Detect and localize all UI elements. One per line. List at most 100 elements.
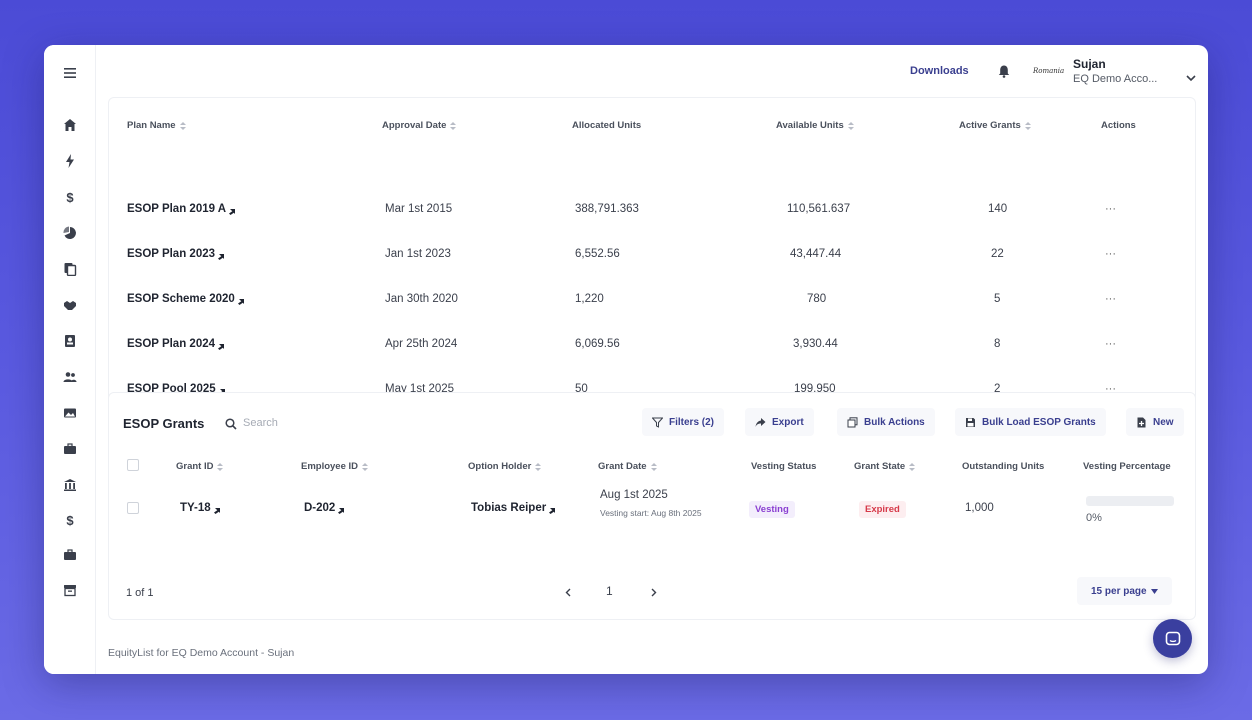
column-header-grant-id[interactable]: Grant ID bbox=[176, 461, 224, 472]
row-actions-menu[interactable]: ··· bbox=[1105, 248, 1116, 260]
outstanding-units: 1,000 bbox=[965, 502, 994, 514]
filters-button[interactable]: Filters (2) bbox=[642, 408, 725, 436]
grant-date: Aug 1st 2025 bbox=[600, 489, 668, 501]
bulk-actions-button[interactable]: Bulk Actions bbox=[837, 408, 935, 436]
chat-button[interactable] bbox=[1153, 619, 1192, 658]
sort-icon[interactable] bbox=[909, 462, 916, 471]
column-header-label: Vesting Percentage bbox=[1083, 461, 1171, 472]
chevron-left-icon[interactable] bbox=[561, 585, 575, 599]
documents-icon[interactable] bbox=[60, 259, 80, 279]
employee-id-link[interactable]: D-202 bbox=[304, 502, 345, 514]
section-title: ESOP Grants bbox=[123, 416, 205, 431]
new-label: New bbox=[1153, 416, 1174, 428]
chat-icon bbox=[1165, 631, 1180, 645]
user-name[interactable]: Sujan bbox=[1073, 57, 1106, 71]
column-header-label: Employee ID bbox=[301, 461, 359, 472]
column-header-outstanding-units: Outstanding Units bbox=[962, 461, 1044, 472]
sort-icon[interactable] bbox=[362, 462, 369, 471]
column-header-label: Allocated Units bbox=[572, 120, 642, 131]
plan-name-link[interactable]: ESOP Plan 2019 A bbox=[127, 203, 236, 215]
sort-icon[interactable] bbox=[535, 462, 542, 471]
per-page-select[interactable]: 15 per page bbox=[1077, 577, 1172, 605]
sort-icon[interactable] bbox=[1024, 121, 1031, 130]
table-row[interactable]: ESOP Scheme 2020 Jan 30th 2020 1,220 780… bbox=[109, 276, 1197, 321]
column-header-grant-date[interactable]: Grant Date bbox=[598, 461, 657, 472]
sort-icon[interactable] bbox=[650, 462, 657, 471]
external-link-icon bbox=[218, 251, 225, 260]
pagination-info: 1 of 1 bbox=[126, 587, 154, 599]
sort-icon[interactable] bbox=[847, 121, 854, 130]
row-checkbox[interactable] bbox=[127, 502, 139, 514]
table-row[interactable]: TY-18 D-202 Tobias Reiper Aug 1st 2025 V… bbox=[109, 481, 1197, 535]
top-bar: Downloads Romania Sujan EQ Demo Acco... bbox=[96, 45, 1208, 101]
handshake-icon[interactable] bbox=[60, 295, 80, 315]
column-header-allocated-units[interactable]: Allocated Units bbox=[572, 120, 641, 131]
bell-icon[interactable] bbox=[998, 65, 1012, 79]
plan-name: ESOP Plan 2023 bbox=[127, 247, 216, 260]
available-units: 43,447.44 bbox=[790, 247, 842, 260]
archive-icon[interactable] bbox=[60, 580, 80, 600]
downloads-link[interactable]: Downloads bbox=[910, 65, 969, 77]
option-holder-link[interactable]: Tobias Reiper bbox=[471, 502, 556, 514]
option-holder: Tobias Reiper bbox=[471, 502, 547, 514]
search-input[interactable] bbox=[243, 413, 363, 433]
column-header-grant-state[interactable]: Grant State bbox=[854, 461, 916, 472]
copy-icon bbox=[847, 416, 858, 427]
allocated-units: 6,069.56 bbox=[575, 337, 620, 350]
column-header-option-holder[interactable]: Option Holder bbox=[468, 461, 542, 472]
allocated-units: 1,220 bbox=[575, 292, 604, 305]
bank-icon[interactable] bbox=[60, 475, 80, 495]
active-grants: 140 bbox=[988, 202, 1008, 215]
export-button[interactable]: Export bbox=[745, 408, 814, 436]
select-all-checkbox[interactable] bbox=[127, 459, 139, 471]
plan-name-link[interactable]: ESOP Plan 2024 bbox=[127, 338, 225, 350]
new-button[interactable]: New bbox=[1126, 408, 1184, 436]
column-header-plan-name[interactable]: Plan Name bbox=[127, 120, 186, 131]
dollar-icon[interactable]: $ bbox=[60, 187, 80, 207]
plan-name-link[interactable]: ESOP Scheme 2020 bbox=[127, 293, 244, 305]
approval-date: Jan 30th 2020 bbox=[385, 292, 458, 305]
column-header-label: Approval Date bbox=[382, 120, 447, 131]
available-units: 110,561.637 bbox=[787, 202, 851, 215]
column-header-active-grants[interactable]: Active Grants bbox=[959, 120, 1031, 131]
chevron-right-icon[interactable] bbox=[647, 585, 661, 599]
table-row[interactable]: ESOP Plan 2019 A Mar 1st 2015 388,791.36… bbox=[109, 186, 1197, 231]
row-actions-menu[interactable]: ··· bbox=[1105, 293, 1116, 305]
lightning-icon[interactable] bbox=[60, 151, 80, 171]
home-icon[interactable] bbox=[60, 115, 80, 135]
row-actions-menu[interactable]: ··· bbox=[1105, 338, 1116, 350]
briefcase-icon[interactable] bbox=[60, 545, 80, 565]
active-grants: 22 bbox=[991, 247, 1004, 260]
dollar-icon[interactable]: $ bbox=[60, 510, 80, 530]
column-header-label: Outstanding Units bbox=[962, 461, 1045, 472]
external-link-icon bbox=[213, 505, 220, 514]
menu-icon[interactable] bbox=[60, 63, 80, 83]
page-number[interactable]: 1 bbox=[606, 584, 613, 598]
column-header-available-units[interactable]: Available Units bbox=[776, 120, 854, 131]
column-header-approval-date[interactable]: Approval Date bbox=[382, 120, 457, 131]
pie-chart-icon[interactable] bbox=[60, 223, 80, 243]
vesting-start: Vesting start: Aug 8th 2025 bbox=[600, 508, 702, 518]
users-icon[interactable] bbox=[60, 367, 80, 387]
bulk-load-button[interactable]: Bulk Load ESOP Grants bbox=[955, 408, 1106, 436]
external-link-icon bbox=[229, 206, 236, 215]
sort-icon[interactable] bbox=[450, 121, 457, 130]
svg-text:$: $ bbox=[66, 190, 74, 204]
column-header-vesting-status: Vesting Status bbox=[751, 461, 816, 472]
user-account[interactable]: EQ Demo Acco... bbox=[1073, 73, 1157, 85]
row-actions-menu[interactable]: ··· bbox=[1105, 203, 1116, 215]
external-link-icon bbox=[338, 505, 345, 514]
plan-name: ESOP Scheme 2020 bbox=[127, 292, 235, 305]
user-badge-icon[interactable] bbox=[60, 331, 80, 351]
add-document-icon bbox=[1137, 417, 1146, 427]
table-row[interactable]: ESOP Plan 2023 Jan 1st 2023 6,552.56 43,… bbox=[109, 231, 1197, 276]
sort-icon[interactable] bbox=[217, 462, 224, 471]
image-icon[interactable] bbox=[60, 403, 80, 423]
column-header-employee-id[interactable]: Employee ID bbox=[301, 461, 369, 472]
plan-name-link[interactable]: ESOP Plan 2023 bbox=[127, 247, 225, 260]
table-row[interactable]: ESOP Plan 2024 Apr 25th 2024 6,069.56 3,… bbox=[109, 321, 1197, 366]
briefcase-icon[interactable] bbox=[60, 439, 80, 459]
sort-icon[interactable] bbox=[179, 121, 186, 130]
grant-id-link[interactable]: TY-18 bbox=[180, 502, 220, 514]
chevron-down-icon[interactable] bbox=[1186, 69, 1196, 82]
